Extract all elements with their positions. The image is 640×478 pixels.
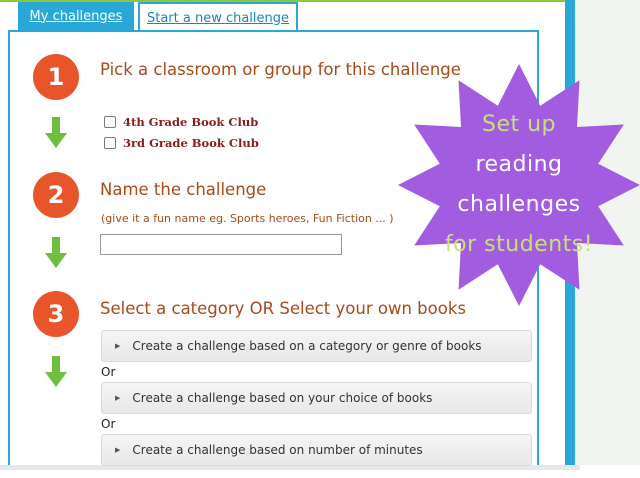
down-arrow-icon — [45, 117, 67, 148]
option-label: Create a challenge based on your choice … — [132, 391, 433, 405]
group-label: 4th Grade Book Club — [123, 115, 259, 129]
challenge-name-input[interactable] — [100, 234, 342, 255]
checkbox-3rd-grade[interactable] — [104, 137, 116, 149]
promo-text: Set up reading challenges for students! — [398, 62, 640, 308]
group-option-3rd-grade[interactable]: 3rd Grade Book Club — [104, 136, 259, 150]
or-separator: Or — [101, 365, 116, 379]
caret-right-icon: ▶ — [115, 342, 121, 350]
group-option-4th-grade[interactable]: 4th Grade Book Club — [104, 115, 258, 129]
option-label: Create a challenge based on number of mi… — [132, 443, 423, 457]
caret-right-icon: ▶ — [115, 446, 121, 454]
option-category-challenge[interactable]: ▶ Create a challenge based on a category… — [101, 330, 532, 362]
promo-line: reading — [475, 152, 563, 177]
promo-line: for students! — [444, 232, 594, 257]
caret-right-icon: ▶ — [115, 394, 121, 402]
checkbox-4th-grade[interactable] — [104, 116, 116, 128]
step-3-badge: 3 — [33, 291, 79, 337]
step-1-badge: 1 — [33, 54, 79, 100]
option-label: Create a challenge based on a category o… — [132, 339, 482, 353]
down-arrow-icon — [45, 237, 67, 268]
down-arrow-icon — [45, 356, 67, 387]
tab-start-new-challenge[interactable]: Start a new challenge — [138, 2, 298, 32]
option-choice-of-books-challenge[interactable]: ▶ Create a challenge based on your choic… — [101, 382, 532, 414]
tab-my-challenges[interactable]: My challenges — [18, 2, 134, 30]
name-hint: (give it a fun name eg. Sports heroes, F… — [101, 212, 394, 225]
step-2-badge: 2 — [33, 172, 79, 218]
promo-line: Set up — [481, 112, 557, 137]
or-separator: Or — [101, 417, 116, 431]
promo-line: challenges — [457, 192, 581, 217]
option-minutes-challenge[interactable]: ▶ Create a challenge based on number of … — [101, 434, 532, 466]
step-2-title: Name the challenge — [100, 180, 267, 199]
group-label: 3rd Grade Book Club — [123, 136, 259, 150]
